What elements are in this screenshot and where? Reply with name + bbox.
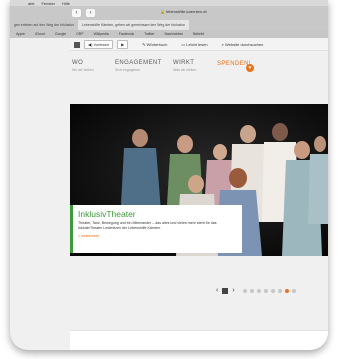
bookmark-item[interactable]: Beliebt	[193, 32, 204, 36]
grid-icon[interactable]	[74, 41, 80, 48]
nav-item-wirkt[interactable]: WIRKT Was wir wirken	[173, 60, 196, 72]
nav-item-subtitle: Wo wir wirken	[72, 68, 94, 72]
prev-slide-button[interactable]: ‹	[216, 287, 218, 295]
listen-label: Vorlesen	[93, 42, 110, 47]
browser-tab-bar: ‹ › 🔒 lebenshilfe-kaernten.at gen erlebe…	[10, 6, 328, 31]
heart-icon[interactable]: ♥	[246, 64, 254, 72]
slide-description: Theater, Tanz, Bewegung und ein Miteinan…	[78, 221, 217, 230]
site-navigation: WO Wo wir wirken ENGAGEMENT Sich engagie…	[70, 51, 328, 91]
bookmark-item[interactable]: Facebook	[119, 32, 134, 36]
laptop-screen: atei Fenster Hilfe ‹ › 🔒 lebenshilfe-kae…	[10, 0, 328, 350]
next-slide-button[interactable]: ›	[232, 287, 234, 295]
listen-button[interactable]: ◀) Vorlesen	[84, 40, 114, 49]
site-search-label: Website durchsuchen	[224, 42, 264, 47]
nav-item-wo[interactable]: WO Wo wir wirken	[72, 60, 94, 72]
nav-item-subtitle: Sich engagieren	[115, 68, 141, 72]
slide-dot[interactable]	[284, 289, 289, 293]
slide-dot[interactable]	[270, 289, 275, 293]
nav-item-title: WIRKT	[173, 60, 195, 66]
play-button[interactable]: ▶	[117, 40, 129, 49]
bookmark-item[interactable]: ORF	[76, 32, 83, 36]
read-more-link[interactable]: > weiterlesen	[78, 234, 237, 238]
browser-nav: ‹ ›	[72, 9, 95, 17]
slide-dot[interactable]	[277, 289, 282, 293]
slide-dot[interactable]	[256, 289, 261, 293]
accessibility-toolbar: ◀) Vorlesen ▶ ✎ Wörterbuch ▭ Leicht lese…	[70, 39, 328, 51]
slide-dot[interactable]	[263, 289, 268, 293]
nav-item-title: WO	[72, 60, 84, 66]
slide-dot[interactable]	[291, 289, 296, 293]
slide-dot[interactable]	[249, 289, 254, 293]
back-button[interactable]: ‹	[72, 9, 81, 17]
bookmark-item[interactable]: Wikipedia	[94, 32, 109, 36]
stage: atei Fenster Hilfe ‹ › 🔒 lebenshilfe-kae…	[0, 0, 338, 359]
slide-dot[interactable]	[242, 289, 247, 293]
bookmark-item[interactable]: Twitter	[144, 32, 154, 36]
address-text: lebenshilfe-kaernten.at	[166, 9, 207, 14]
bookmark-item[interactable]: iCloud	[35, 32, 45, 36]
slide-caption: InklusivTheater Theater, Tanz, Bewegung …	[70, 205, 242, 253]
dictionary-label: Wörterbuch	[146, 42, 168, 47]
dictionary-button[interactable]: ✎ Wörterbuch	[142, 42, 167, 47]
tab-strip: gen erleben auf den Weg der Inklusion Le…	[10, 20, 328, 30]
bookmark-item[interactable]: Apple	[16, 32, 25, 36]
tab-inactive[interactable]: gen erleben auf den Weg der Inklusion	[10, 23, 78, 27]
easy-read-label: Leicht lesen	[186, 42, 208, 47]
bookmark-item[interactable]: Google	[55, 32, 66, 36]
easy-read-button[interactable]: ▭ Leicht lesen	[181, 42, 207, 47]
content-section	[70, 330, 328, 350]
site-search-button[interactable]: ⌕ Website durchsuchen	[222, 42, 264, 47]
tab-active[interactable]: Lebenshilfe Kärnten, gehen wir gemeinsam…	[78, 20, 190, 30]
menu-item-help[interactable]: Hilfe	[62, 1, 70, 6]
slider-controls: ‹ ›	[216, 287, 296, 295]
slide-dots	[242, 289, 296, 293]
bookmark-item[interactable]: Nachrichten	[164, 32, 183, 36]
address-bar[interactable]: 🔒 lebenshilfe-kaernten.at	[160, 9, 207, 14]
forward-button[interactable]: ›	[86, 9, 95, 17]
bookmarks-bar: Apple iCloud Google ORF Wikipedia Facebo…	[10, 30, 328, 38]
nav-item-subtitle: Was wir wirken	[173, 68, 197, 72]
menu-item-file[interactable]: atei	[28, 1, 34, 6]
menu-item-window[interactable]: Fenster	[41, 1, 55, 6]
slide-title: InklusivTheater	[78, 209, 136, 219]
nav-item-engagement[interactable]: ENGAGEMENT Sich engagieren	[115, 60, 162, 72]
pause-icon[interactable]	[222, 288, 229, 294]
nav-item-title: ENGAGEMENT	[115, 60, 162, 66]
